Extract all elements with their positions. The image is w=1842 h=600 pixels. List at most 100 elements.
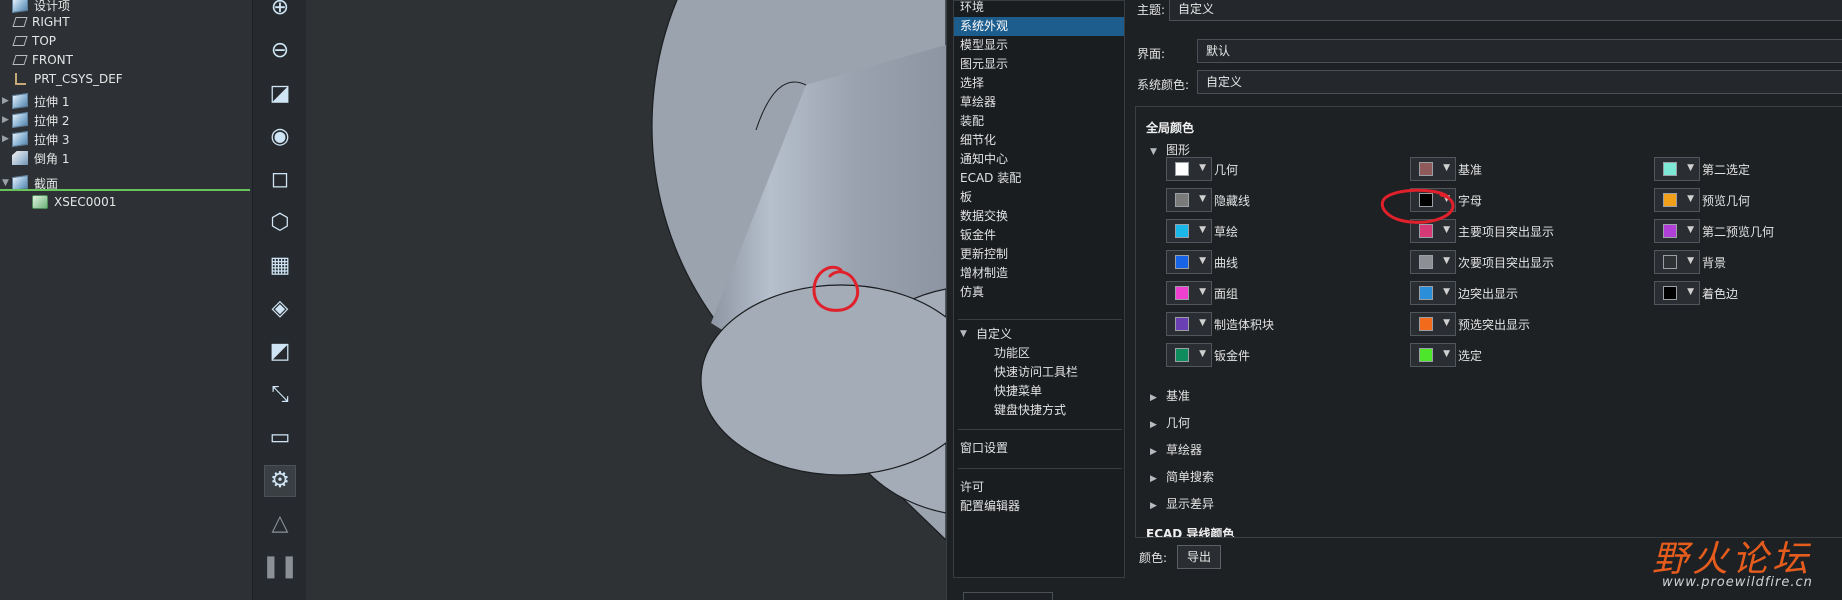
spin-center-button[interactable]: ● [264, 594, 296, 600]
expand-right-icon[interactable]: ▶ [2, 134, 12, 144]
nav-item[interactable]: 钣金件 [954, 226, 1124, 245]
chevron-down-icon: ▼ [1199, 256, 1206, 266]
nav-item[interactable]: 通知中心 [954, 150, 1124, 169]
color-swatch [1419, 286, 1433, 300]
nav-group-customize[interactable]: ▼ 自定义 [954, 325, 1124, 344]
color-picker-button[interactable]: ▼ [1654, 219, 1700, 243]
appearance-button[interactable]: ▭ [264, 422, 296, 454]
dialog-bottom-button[interactable] [963, 592, 1053, 600]
collapsed-group-toggle[interactable]: ▶ 显示差异 [1150, 495, 1214, 512]
color-picker-button[interactable]: ▼ [1166, 281, 1212, 305]
color-picker-button[interactable]: ▼ [1654, 188, 1700, 212]
system-color-select[interactable]: 自定义 [1197, 70, 1842, 94]
datum-display-button[interactable]: ⤡ [264, 379, 296, 411]
color-picker-button[interactable]: ▼ [1166, 250, 1212, 274]
color-picker-button[interactable]: ▼ [1654, 250, 1700, 274]
expand-right-icon: ▶ [1150, 501, 1157, 511]
flexible-modeling-button[interactable]: ⚙ [264, 465, 296, 497]
pause-button[interactable]: ❚❚ [262, 551, 299, 583]
tree-item[interactable]: 倒角 1 [2, 147, 69, 169]
nav-item[interactable]: 细节化 [954, 131, 1124, 150]
nav-item[interactable]: 板 [954, 188, 1124, 207]
nav-item[interactable]: 更新控制 [954, 245, 1124, 264]
nav-item[interactable]: 增材制造 [954, 264, 1124, 283]
zoom-out-button[interactable]: ⊖ [264, 35, 296, 67]
color-picker-button[interactable]: ▼ [1166, 312, 1212, 336]
color-label: 背景 [1702, 256, 1727, 270]
saved-views-icon: ◻ [270, 167, 290, 192]
expand-down-icon: ▼ [960, 329, 967, 339]
nav-item[interactable]: 草绘器 [954, 93, 1124, 112]
chevron-down-icon: ▼ [1443, 225, 1450, 235]
collapsed-group-toggle[interactable]: ▶ 几何 [1150, 414, 1190, 431]
cross-section-icon [32, 195, 48, 209]
zoom-in-button[interactable]: ⊕ [264, 0, 296, 24]
nav-item[interactable]: 装配 [954, 112, 1124, 131]
refit-button[interactable]: ◪ [264, 78, 296, 110]
chevron-down-icon: ▼ [1443, 318, 1450, 328]
color-picker-button[interactable]: ▼ [1654, 157, 1700, 181]
perspective-icon: ◈ [271, 296, 289, 321]
zoom-in-icon: ⊕ [270, 0, 290, 20]
color-picker-button[interactable]: ▼ [1410, 157, 1456, 181]
nav-item[interactable]: 图元显示 [954, 55, 1124, 74]
color-picker-button[interactable]: ▼ [1654, 281, 1700, 305]
nav-item[interactable]: 模型显示 [954, 36, 1124, 55]
collapsed-group-toggle[interactable]: ▶ 简单搜索 [1150, 468, 1214, 485]
expand-right-icon[interactable]: ▶ [2, 115, 12, 125]
color-picker-button[interactable]: ▼ [1410, 343, 1456, 367]
nav-subitem[interactable]: 键盘快捷方式 [954, 401, 1124, 420]
color-picker-button[interactable]: ▼ [1166, 157, 1212, 181]
nav-item[interactable]: 仿真 [954, 283, 1124, 302]
chevron-down-icon: ▼ [1687, 194, 1694, 204]
nav-item-license[interactable]: 许可 [954, 478, 1124, 497]
expand-right-icon[interactable]: ▶ [2, 96, 12, 106]
color-picker-button[interactable]: ▼ [1410, 219, 1456, 243]
theme-select[interactable]: 自定义 [1169, 0, 1842, 21]
section-view-button[interactable]: ◩ [264, 336, 296, 368]
display-style-button[interactable]: ◉ [264, 121, 296, 153]
interface-select[interactable]: 默认 [1197, 39, 1842, 63]
nav-item[interactable]: 数据交换 [954, 207, 1124, 226]
color-picker-button[interactable]: ▼ [1410, 188, 1456, 212]
color-picker-button[interactable]: ▼ [1410, 250, 1456, 274]
nav-item[interactable]: ECAD 装配 [954, 169, 1124, 188]
color-picker-button[interactable]: ▼ [1410, 312, 1456, 336]
nav-subitem[interactable]: 快捷菜单 [954, 382, 1124, 401]
color-picker-button[interactable]: ▼ [1166, 188, 1212, 212]
nav-item[interactable]: 选择 [954, 74, 1124, 93]
color-label: 面组 [1214, 287, 1239, 301]
graphics-group-toggle[interactable]: ▼ 图形 [1150, 141, 1190, 158]
nav-item-window-settings[interactable]: 窗口设置 [954, 439, 1124, 458]
triangle-button[interactable]: △ [264, 508, 296, 540]
chevron-down-icon: ▼ [1443, 349, 1450, 359]
color-label: 制造体积块 [1214, 318, 1275, 332]
collapsed-group-label: 基准 [1166, 389, 1191, 403]
nav-item[interactable]: 环境 [954, 0, 1124, 17]
nav-separator [958, 429, 1122, 430]
view-manager-button[interactable]: ⬡ [264, 207, 296, 239]
color-swatch [1663, 286, 1677, 300]
nav-subitem[interactable]: 功能区 [954, 344, 1124, 363]
tree-divider[interactable] [0, 189, 250, 191]
perspective-button[interactable]: ◈ [264, 293, 296, 325]
collapsed-group-toggle[interactable]: ▶ 基准 [1150, 387, 1190, 404]
tree-item[interactable]: PRT_CSYS_DEF [2, 68, 123, 90]
nav-subitem[interactable]: 快速访问工具栏 [954, 363, 1124, 382]
expand-down-icon[interactable]: ▼ [2, 178, 12, 188]
graphics-window[interactable] [306, 0, 946, 600]
chevron-down-icon: ▼ [1687, 287, 1694, 297]
collapsed-group-toggle[interactable]: ▶ 草绘器 [1150, 441, 1202, 458]
color-label: 选定 [1458, 349, 1483, 363]
color-picker-button[interactable]: ▼ [1166, 343, 1212, 367]
color-picker-button[interactable]: ▼ [1410, 281, 1456, 305]
collapsed-group-label: 显示差异 [1166, 497, 1215, 511]
tree-item[interactable]: XSEC0001 [22, 191, 116, 213]
saved-views-button[interactable]: ◻ [264, 164, 296, 196]
export-button[interactable]: 导出 [1177, 545, 1221, 569]
nav-item[interactable]: 系统外观 [954, 17, 1124, 36]
color-picker-button[interactable]: ▼ [1166, 219, 1212, 243]
nav-item-config-editor[interactable]: 配置编辑器 [954, 497, 1124, 516]
color-swatch [1175, 193, 1189, 207]
annotation-table-button[interactable]: ▦ [264, 250, 296, 282]
